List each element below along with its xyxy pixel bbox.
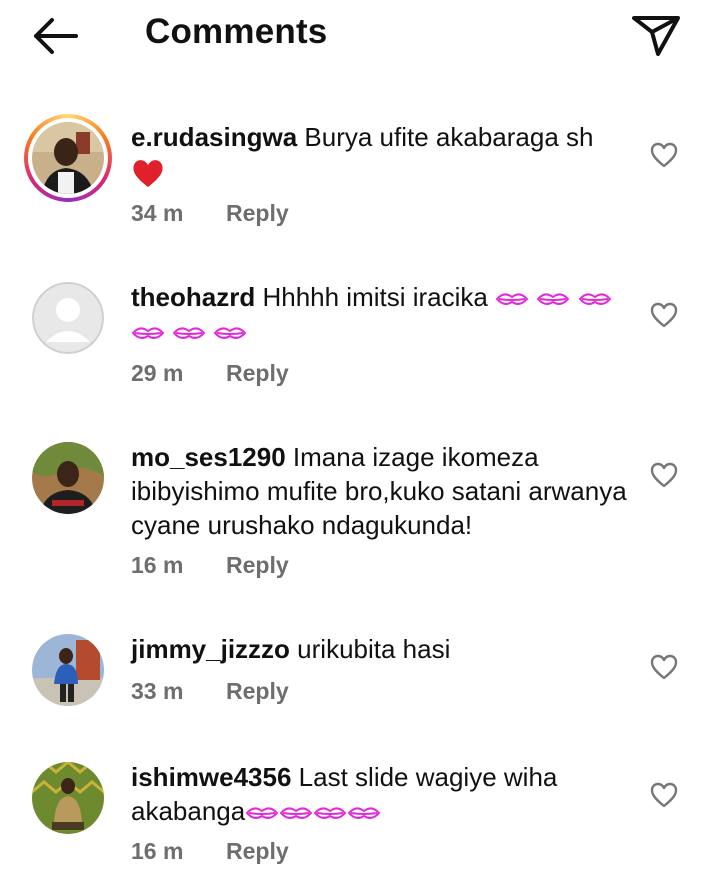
comment-username[interactable]: e.rudasingwa [131,122,297,152]
comment-body: Burya ufite akabaraga sh [304,122,594,152]
heart-outline-icon[interactable] [650,654,678,680]
comment-meta: 16 m Reply [131,552,289,579]
arrow-left-icon [34,18,78,54]
comment-body: Hhhhh imitsi iracika [262,282,488,312]
red-heart-emoji [133,160,163,188]
kissing-lips-emoji [131,327,165,340]
avatar [32,122,104,194]
comment-time: 34 m [131,200,184,226]
comment-username[interactable]: theohazrd [131,282,255,312]
comment-text: ishimwe4356 Last slide wagiye wiha akaba… [131,760,601,828]
avatar[interactable] [32,442,104,514]
comment-text: e.rudasingwa Burya ufite akabaraga sh [131,120,621,189]
reply-button[interactable]: Reply [226,678,289,705]
reply-button[interactable]: Reply [226,838,289,865]
kissing-lips-emoji [578,293,611,306]
kissing-lips-emoji [495,293,529,306]
comment-item: e.rudasingwa Burya ufite akabaraga sh 34… [0,110,720,240]
back-button[interactable] [28,14,84,58]
comment-meta: 29 m Reply [131,360,289,387]
comment-username[interactable]: mo_ses1290 [131,442,286,472]
comment-body: urikubita hasi [297,634,451,664]
share-button[interactable] [628,10,684,58]
comment-item: ishimwe4356 Last slide wagiye wiha akaba… [0,750,720,877]
page-title: Comments [145,12,328,51]
kissing-lips-emoji [245,807,279,820]
kissing-lips-emoji [347,807,381,820]
paper-plane-icon [632,16,680,56]
comment-time: 29 m [131,360,184,386]
comment-meta: 34 m Reply [131,200,289,227]
heart-outline-icon[interactable] [650,782,678,808]
kissing-lips-emoji [537,293,570,306]
kissing-lips-emoji [172,327,206,340]
comment-text: mo_ses1290 Imana izage ikomeza ibibyishi… [131,440,631,542]
comment-text: theohazrd Hhhhh imitsi iracika [131,280,621,348]
comment-time: 33 m [131,678,184,704]
heart-outline-icon[interactable] [650,302,678,328]
kissing-lips-emoji [214,327,247,340]
heart-outline-icon[interactable] [650,142,678,168]
avatar[interactable] [32,282,104,354]
avatar[interactable] [32,762,104,834]
reply-button[interactable]: Reply [226,552,289,579]
top-bar: Comments [0,0,720,72]
reply-button[interactable]: Reply [226,360,289,387]
comment-meta: 16 m Reply [131,838,289,865]
comment-item: jimmy_jizzzo urikubita hasi 33 m Reply [0,622,720,722]
comment-time: 16 m [131,838,184,864]
comment-item: mo_ses1290 Imana izage ikomeza ibibyishi… [0,430,720,590]
comment-item: theohazrd Hhhhh imitsi iracika 29 m Repl… [0,270,720,400]
comment-username[interactable]: ishimwe4356 [131,762,291,792]
avatar[interactable] [32,634,104,706]
reply-button[interactable]: Reply [226,200,289,227]
comment-username[interactable]: jimmy_jizzzo [131,634,290,664]
comment-time: 16 m [131,552,184,578]
comment-meta: 33 m Reply [131,678,289,705]
kissing-lips-emoji [313,807,347,820]
avatar-story-ring[interactable] [24,114,112,202]
kissing-lips-emoji [279,807,313,820]
comment-text: jimmy_jizzzo urikubita hasi [131,632,621,666]
heart-outline-icon[interactable] [650,462,678,488]
